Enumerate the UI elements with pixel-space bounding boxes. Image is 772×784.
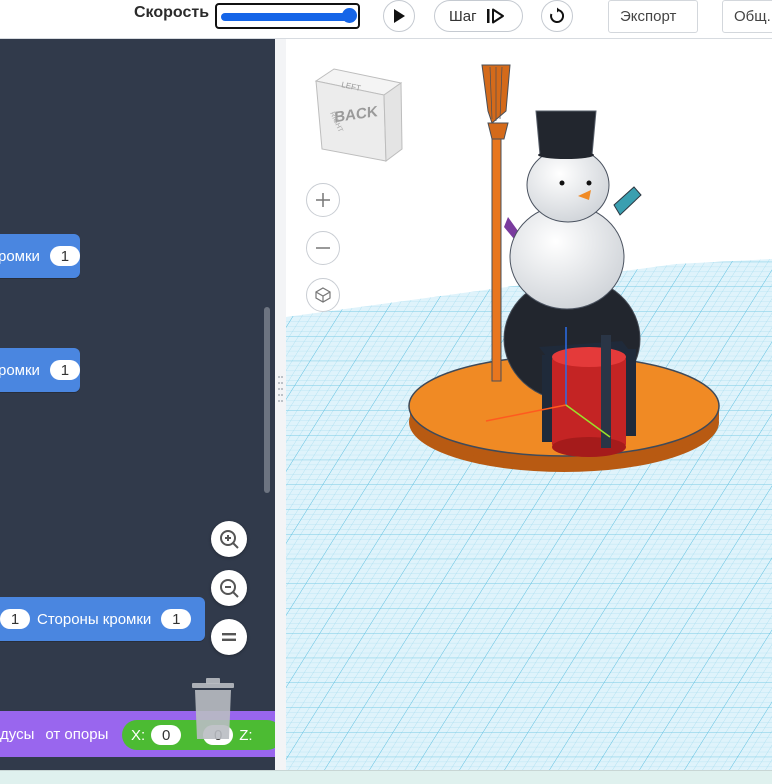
block-value-input[interactable]: 1 — [0, 609, 30, 629]
block-text: Стороны кромки — [37, 610, 152, 628]
zoom-in-icon — [220, 530, 239, 549]
x-label: X: — [131, 726, 146, 744]
blocks-zoom-out-button[interactable] — [211, 570, 247, 606]
block-value-input[interactable]: 1 — [161, 609, 192, 629]
export-label: Экспорт — [620, 8, 677, 25]
toolbar: Скорость Шаг Экспорт Общ. д — [0, 0, 772, 39]
x-value-input[interactable]: 0 — [151, 725, 182, 745]
block-text: от опоры — [45, 725, 109, 743]
viewport-home-view-button[interactable] — [306, 278, 340, 312]
reset-button[interactable] — [541, 0, 573, 32]
zoom-in-icon — [316, 193, 330, 207]
export-button[interactable]: Экспорт — [608, 0, 698, 33]
block-value-input[interactable]: 1 — [49, 246, 80, 266]
blocks-zoom-reset-button[interactable] — [211, 619, 247, 655]
block-text: дусы — [0, 725, 35, 743]
block-value-input[interactable]: 1 — [49, 360, 80, 380]
reset-icon — [550, 7, 565, 23]
block-text: ромки — [0, 247, 40, 265]
3d-viewport[interactable]: LEFT BACK RIGHT — [286, 39, 772, 770]
blocks-scrollbar[interactable] — [264, 307, 270, 493]
workplane-scene[interactable]: LEFT BACK RIGHT — [286, 39, 772, 770]
speed-thumb[interactable] — [342, 8, 357, 23]
speed-slider[interactable] — [215, 3, 360, 29]
z-label: Z: — [239, 726, 253, 744]
snowman-head[interactable] — [526, 147, 610, 223]
panel-resize-divider[interactable] — [275, 39, 286, 770]
step-forward-icon — [486, 8, 504, 24]
view-cube[interactable]: LEFT BACK RIGHT — [314, 68, 403, 162]
play-icon — [394, 9, 405, 23]
trash-icon[interactable] — [189, 677, 237, 739]
viewport-zoom-in-button[interactable] — [306, 183, 340, 217]
viewport-zoom-out-button[interactable] — [306, 231, 340, 265]
code-blocks-panel[interactable]: ромки 1 ромки 1 1 Стороны кромки 1 дусы … — [0, 39, 275, 770]
bottom-status-strip — [0, 770, 772, 784]
zoom-out-icon — [220, 579, 239, 598]
play-button[interactable] — [383, 0, 415, 32]
share-label: Общ. д — [734, 8, 772, 25]
code-block-edge-sides-3[interactable]: 1 Стороны кромки 1 — [0, 597, 205, 641]
speed-label: Скорость — [134, 4, 210, 21]
drag-handle-icon — [278, 376, 283, 402]
blocks-zoom-in-button[interactable] — [211, 521, 247, 557]
code-block-edge-sides-2[interactable]: ромки 1 — [0, 348, 80, 392]
zoom-reset-icon — [222, 633, 236, 641]
zoom-out-icon — [316, 247, 330, 249]
share-button[interactable]: Общ. д — [722, 0, 772, 33]
speed-track — [221, 13, 354, 21]
home-view-icon — [315, 287, 331, 303]
code-block-edge-sides-1[interactable]: ромки 1 — [0, 234, 80, 278]
step-button[interactable]: Шаг — [434, 0, 523, 32]
block-text: ромки — [0, 361, 40, 379]
step-label: Шаг — [449, 7, 477, 25]
snowman-hat[interactable] — [535, 110, 597, 159]
